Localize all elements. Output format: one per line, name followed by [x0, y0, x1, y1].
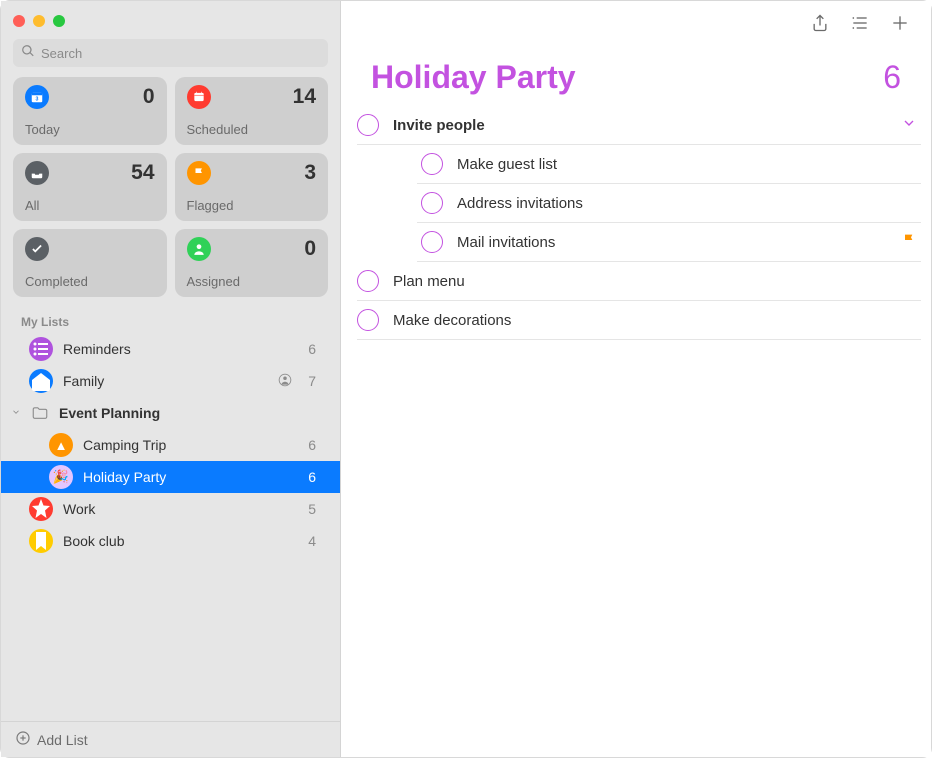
- smart-card-flagged[interactable]: 3 Flagged: [175, 153, 329, 221]
- share-button[interactable]: [803, 9, 837, 37]
- search-input[interactable]: [41, 46, 320, 61]
- smart-card-count: 0: [304, 237, 316, 261]
- smart-card-label: Completed: [25, 274, 155, 289]
- calendar-icon: [187, 85, 211, 109]
- add-reminder-button[interactable]: [883, 9, 917, 37]
- maximize-window-button[interactable]: [53, 15, 65, 27]
- sidebar: 3 0 Today 14 Scheduled: [1, 1, 341, 757]
- my-lists-heading: My Lists: [1, 311, 340, 333]
- complete-circle[interactable]: [421, 153, 443, 175]
- list-count: 5: [308, 501, 320, 517]
- sidebar-group-event-planning[interactable]: Event Planning: [1, 397, 340, 429]
- sidebar-list-holiday-party[interactable]: 🎉 Holiday Party 6: [1, 461, 340, 493]
- shared-person-icon: [278, 373, 298, 390]
- list-label: Family: [63, 373, 268, 389]
- smart-card-label: Flagged: [187, 198, 317, 213]
- reminder-row[interactable]: Invite people: [357, 106, 921, 145]
- flag-icon: [901, 232, 917, 253]
- close-window-button[interactable]: [13, 15, 25, 27]
- list-count: 7: [308, 373, 320, 389]
- house-icon: [29, 369, 53, 393]
- smart-card-scheduled[interactable]: 14 Scheduled: [175, 77, 329, 145]
- plus-circle-icon: [15, 730, 31, 749]
- sidebar-list-work[interactable]: Work 5: [1, 493, 340, 525]
- list-bullet-indent-icon: [850, 13, 870, 33]
- flag-icon: [187, 161, 211, 185]
- search-icon: [21, 44, 41, 63]
- smart-card-label: Scheduled: [187, 122, 317, 137]
- reminder-title[interactable]: Plan menu: [393, 273, 917, 290]
- reminder-title[interactable]: Make guest list: [457, 156, 917, 173]
- search-field[interactable]: [13, 39, 328, 67]
- expand-subtasks-button[interactable]: [901, 115, 917, 136]
- tent-icon: ▲: [49, 433, 73, 457]
- list-title: Holiday Party: [371, 59, 576, 96]
- list-count: 6: [308, 437, 320, 453]
- reminder-row[interactable]: Make guest list: [417, 145, 921, 184]
- smart-card-all[interactable]: 54 All: [13, 153, 167, 221]
- smart-card-count: 14: [293, 85, 316, 109]
- complete-circle[interactable]: [357, 270, 379, 292]
- smart-card-assigned[interactable]: 0 Assigned: [175, 229, 329, 297]
- add-list-button[interactable]: Add List: [1, 721, 340, 757]
- window-controls: [1, 7, 340, 39]
- complete-circle[interactable]: [357, 114, 379, 136]
- share-icon: [810, 13, 830, 33]
- check-icon: [25, 237, 49, 261]
- list-label: Reminders: [63, 341, 298, 357]
- smart-card-label: Assigned: [187, 274, 317, 289]
- smart-card-count: 54: [131, 161, 154, 185]
- reminders-list: Invite people Make guest list Address in…: [341, 100, 931, 340]
- smart-card-label: Today: [25, 122, 155, 137]
- list-count: 6: [308, 469, 320, 485]
- reminder-row[interactable]: Address invitations: [417, 184, 921, 223]
- sidebar-list-book-club[interactable]: Book club 4: [1, 525, 340, 557]
- reminder-row[interactable]: Mail invitations: [417, 223, 921, 262]
- smart-card-count: 0: [143, 85, 155, 109]
- star-icon: [29, 497, 53, 521]
- folder-icon: [29, 402, 51, 424]
- reminder-title[interactable]: Invite people: [393, 117, 887, 134]
- minimize-window-button[interactable]: [33, 15, 45, 27]
- list-count: 4: [308, 533, 320, 549]
- calendar-today-icon: 3: [25, 85, 49, 109]
- main-pane: Holiday Party 6 Invite people Make guest…: [341, 1, 931, 757]
- bookmark-icon: [29, 529, 53, 553]
- list-count: 6: [308, 341, 320, 357]
- reminder-row[interactable]: Plan menu: [357, 262, 921, 301]
- sidebar-list-reminders[interactable]: Reminders 6: [1, 333, 340, 365]
- smart-card-today[interactable]: 3 0 Today: [13, 77, 167, 145]
- sidebar-list-family[interactable]: Family 7: [1, 365, 340, 397]
- smart-card-completed[interactable]: Completed: [13, 229, 167, 297]
- add-list-label: Add List: [37, 732, 88, 748]
- smart-card-count: 3: [304, 161, 316, 185]
- list-label: Holiday Party: [83, 469, 298, 485]
- person-icon: [187, 237, 211, 261]
- complete-circle[interactable]: [357, 309, 379, 331]
- reminder-title[interactable]: Mail invitations: [457, 234, 887, 251]
- reminder-row[interactable]: Make decorations: [357, 301, 921, 340]
- list-label: Camping Trip: [83, 437, 298, 453]
- list-label: Work: [63, 501, 298, 517]
- reminder-title[interactable]: Make decorations: [393, 312, 917, 329]
- view-options-button[interactable]: [843, 9, 877, 37]
- party-popper-icon: 🎉: [49, 465, 73, 489]
- list-total-count: 6: [883, 59, 901, 96]
- sidebar-list-camping-trip[interactable]: ▲ Camping Trip 6: [1, 429, 340, 461]
- toolbar: [341, 1, 931, 43]
- tray-icon: [25, 161, 49, 185]
- complete-circle[interactable]: [421, 192, 443, 214]
- plus-icon: [890, 13, 910, 33]
- svg-text:3: 3: [36, 97, 39, 103]
- reminder-title[interactable]: Address invitations: [457, 195, 917, 212]
- group-label: Event Planning: [59, 405, 160, 421]
- smart-card-label: All: [25, 198, 155, 213]
- list-bullet-icon: [29, 337, 53, 361]
- complete-circle[interactable]: [421, 231, 443, 253]
- chevron-down-icon: [11, 406, 21, 420]
- list-label: Book club: [63, 533, 298, 549]
